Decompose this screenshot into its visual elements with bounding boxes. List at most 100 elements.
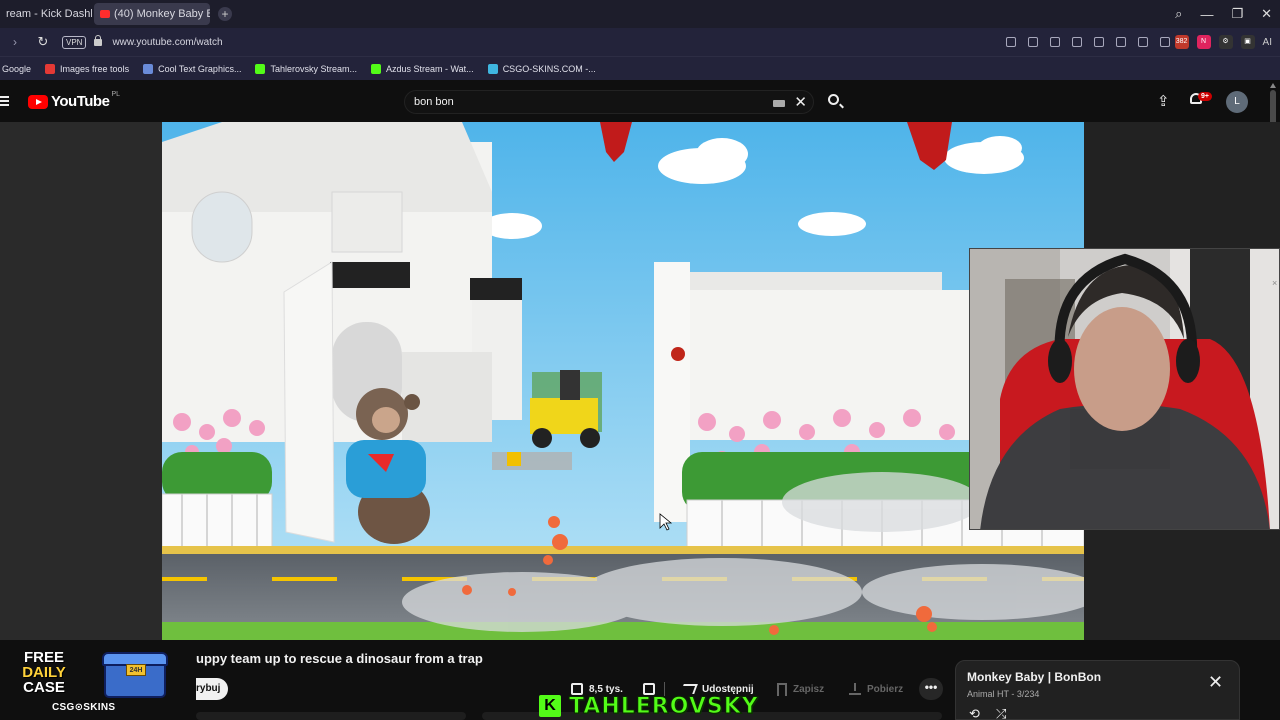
- bookmark-favicon-icon: [487, 63, 498, 74]
- webcam-frame: [970, 249, 1279, 529]
- search-input[interactable]: bon bon ✕: [404, 90, 814, 114]
- search-icon: [828, 94, 839, 105]
- reload-icon[interactable]: ↻: [36, 34, 50, 50]
- tab-youtube[interactable]: (40) Monkey Baby Bon Bo: [94, 3, 210, 25]
- new-tab-button[interactable]: +: [218, 7, 232, 21]
- csgo-skins-promo: FREE DAILY CASE 24H CSG⊙SKINS: [0, 648, 196, 716]
- channel-row-hint: [196, 712, 466, 720]
- close-playlist-icon[interactable]: ✕: [1208, 672, 1223, 693]
- lock-icon[interactable]: [94, 34, 103, 46]
- bookmark-item[interactable]: Google: [2, 64, 31, 74]
- subscribe-button[interactable]: rybuj: [196, 678, 228, 700]
- keyboard-icon[interactable]: [773, 100, 785, 107]
- edit-icon[interactable]: [1006, 37, 1016, 47]
- play-icon[interactable]: [1072, 37, 1082, 47]
- extension-badge-icon[interactable]: 382: [1174, 35, 1189, 49]
- youtube-favicon-icon: [100, 10, 110, 18]
- bookmark-favicon-icon: [45, 63, 56, 74]
- camera-icon[interactable]: [1028, 37, 1038, 47]
- country-code: PL: [111, 91, 120, 98]
- youtube-header: YouTube PL bon bon ✕ ⇪ L: [0, 80, 1280, 122]
- video-title: uppy team up to rescue a dinosaur from a…: [196, 651, 483, 666]
- extension-settings-icon[interactable]: ⚙: [1218, 35, 1233, 49]
- playlist-title[interactable]: Monkey Baby | BonBon: [967, 670, 1101, 684]
- youtube-wordmark: YouTube: [51, 93, 110, 110]
- extensions: 382 N ⚙ ▣ AI: [1174, 28, 1272, 56]
- video-player[interactable]: [162, 122, 1084, 640]
- bookmark-label: Azdus Stream - Wat...: [385, 63, 474, 74]
- restore-icon[interactable]: ❐: [1231, 6, 1243, 22]
- bookmark-label: Tahlerovsky Stream...: [270, 63, 357, 74]
- menu-list-icon[interactable]: [1138, 37, 1148, 47]
- chest-lock-label: 24H: [126, 664, 146, 676]
- bookmark-label: CSGO-SKINS.COM -...: [502, 63, 596, 74]
- address-bar: › ↻ VPN www.youtube.com/watch 382 N ⚙ ▣ …: [0, 28, 1280, 56]
- forward-icon[interactable]: ›: [8, 35, 22, 49]
- promo-brand: CSG⊙SKINS: [52, 702, 116, 713]
- youtube-logo[interactable]: YouTube PL: [28, 91, 120, 110]
- promo-daily: DAILY: [22, 664, 66, 681]
- youtube-play-icon: [28, 94, 48, 109]
- bookmark-label: Images free tools: [60, 63, 130, 74]
- minimize-icon[interactable]: —: [1200, 7, 1213, 22]
- bookmarks-bar: Google Images free tools Cool Text Graphic…: [0, 56, 1280, 80]
- playlist-panel: Monkey Baby | BonBon Animal HT - 3/234 ✕…: [955, 660, 1240, 720]
- bookmark-item[interactable]: Images free tools: [45, 63, 130, 74]
- bookmark-item[interactable]: Tahlerovsky Stream...: [255, 63, 357, 74]
- bookmark-favicon-icon: [370, 63, 381, 74]
- kick-logo-icon: K: [539, 695, 561, 717]
- tab-label: ream - Kick Dashboard: [6, 8, 92, 20]
- shield-icon[interactable]: [1050, 37, 1060, 47]
- more-actions-button[interactable]: •••: [919, 678, 943, 700]
- search-query: bon bon: [414, 96, 454, 108]
- ai-button[interactable]: AI: [1263, 37, 1272, 48]
- bookmark-item[interactable]: Azdus Stream - Wat...: [370, 63, 474, 74]
- promo-free: FREE: [23, 649, 64, 666]
- extension-puzzle-icon[interactable]: ▣: [1240, 35, 1255, 49]
- extension-n-icon[interactable]: N: [1196, 35, 1211, 49]
- hamburger-menu-icon[interactable]: [0, 96, 9, 106]
- scroll-up-icon[interactable]: [1270, 83, 1276, 88]
- save-label: Zapisz: [793, 683, 825, 695]
- bookmark-favicon-icon: [255, 63, 266, 74]
- window-controls: ⌕ — ❐ ✕: [1175, 0, 1272, 28]
- avatar[interactable]: L: [1226, 91, 1248, 113]
- video-frame: [162, 122, 1084, 640]
- playlist-subtitle: Animal HT - 3/234: [967, 689, 1040, 699]
- shuffle-icon[interactable]: ⤮: [996, 706, 1006, 720]
- bookmark-icon: [777, 682, 787, 696]
- left-backdrop: [0, 122, 162, 642]
- promo-case: CASE: [23, 679, 65, 696]
- upload-icon[interactable]: ⇪: [1157, 94, 1170, 109]
- close-window-icon[interactable]: ✕: [1261, 6, 1272, 22]
- vpn-badge[interactable]: VPN: [62, 35, 87, 49]
- tab-label: (40) Monkey Baby Bon Bo: [114, 8, 210, 20]
- streamer-watermark: K TAHLEROVSKY: [539, 693, 759, 719]
- search-button[interactable]: [818, 90, 850, 114]
- loop-icon[interactable]: ⟲: [969, 706, 980, 720]
- address-tools: [1006, 28, 1170, 56]
- download-arrow-icon: [849, 683, 861, 695]
- url-field[interactable]: www.youtube.com/watch: [112, 37, 222, 48]
- bookmark-label: Google: [2, 63, 32, 74]
- profile-icon[interactable]: [1160, 37, 1170, 47]
- streamer-webcam: [969, 248, 1280, 530]
- download-icon[interactable]: [1116, 37, 1126, 47]
- share-icon: [680, 684, 698, 694]
- webcam-close-icon[interactable]: ×: [1272, 278, 1277, 288]
- heart-icon[interactable]: [1094, 37, 1104, 47]
- bookmark-label: Cool Text Graphics...: [158, 63, 242, 74]
- streamer-name: TAHLEROVSKY: [569, 693, 759, 719]
- promo-title: FREE DAILY CASE: [4, 650, 84, 695]
- notifications-badge: 9+: [1198, 92, 1212, 101]
- clear-search-icon[interactable]: ✕: [794, 93, 807, 111]
- download-button[interactable]: Pobierz: [849, 679, 903, 699]
- bookmark-item[interactable]: Cool Text Graphics...: [143, 63, 242, 74]
- search-tabs-icon[interactable]: ⌕: [1175, 6, 1182, 22]
- download-label: Pobierz: [867, 683, 904, 695]
- bookmark-item[interactable]: CSGO-SKINS.COM -...: [487, 63, 596, 74]
- bookmark-favicon-icon: [143, 63, 154, 74]
- tab-kick-dashboard[interactable]: ream - Kick Dashboard: [0, 3, 92, 25]
- browser-tab-bar: ream - Kick Dashboard (40) Monkey Baby B…: [0, 0, 1280, 28]
- save-button[interactable]: Zapisz: [777, 679, 824, 699]
